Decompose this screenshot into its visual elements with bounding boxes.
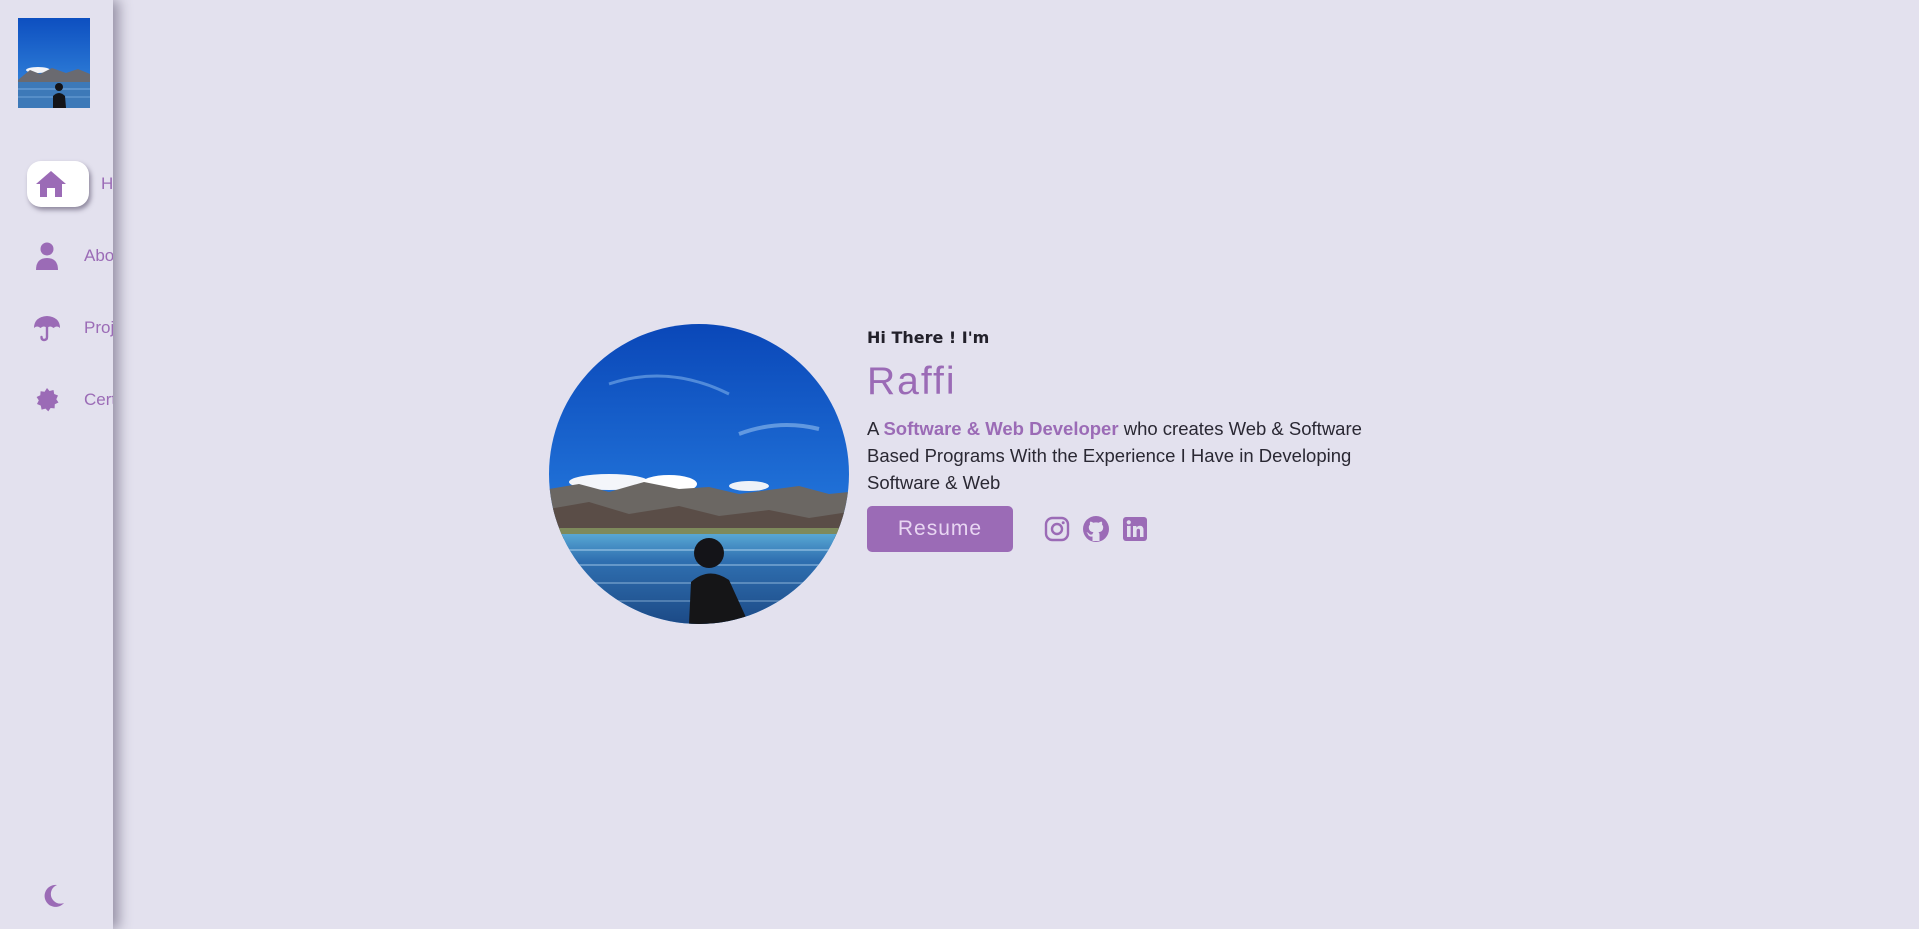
profile-photo bbox=[18, 18, 90, 108]
linkedin-icon bbox=[1123, 517, 1147, 541]
sidebar-item-projects[interactable]: Projects bbox=[0, 305, 113, 351]
hero-text: Hi There ! I'm Raffi A Software & Web De… bbox=[867, 326, 1387, 552]
hero-bio: A Software & Web Developer who creates W… bbox=[867, 415, 1387, 496]
home-icon bbox=[36, 171, 66, 197]
sidebar-avatar[interactable] bbox=[18, 18, 90, 108]
greeting: Hi There ! I'm bbox=[867, 328, 990, 347]
sidebar-item-home[interactable]: Home bbox=[0, 161, 113, 207]
linkedin-link[interactable] bbox=[1121, 515, 1149, 543]
umbrella-icon-wrap bbox=[24, 305, 70, 351]
github-icon bbox=[1083, 516, 1109, 542]
bio-prefix: A bbox=[867, 418, 884, 439]
hero-name: Raffi bbox=[867, 360, 957, 403]
badge-icon-wrap bbox=[24, 377, 70, 423]
sidebar-item-label: Certificates bbox=[84, 390, 113, 409]
instagram-icon bbox=[1044, 516, 1070, 542]
bio-role: Software & Web Developer bbox=[883, 418, 1119, 439]
social-links bbox=[1043, 515, 1149, 543]
resume-button[interactable]: Resume bbox=[867, 506, 1013, 552]
badge-icon bbox=[36, 388, 59, 412]
user-icon bbox=[36, 242, 58, 270]
profile-photo bbox=[549, 324, 849, 624]
sidebar-item-certificates[interactable]: Certificates bbox=[0, 377, 113, 423]
github-link[interactable] bbox=[1082, 515, 1110, 543]
home-icon-wrap bbox=[27, 161, 89, 207]
user-icon-wrap bbox=[24, 233, 70, 279]
umbrella-icon bbox=[34, 316, 60, 342]
sidebar-item-about[interactable]: About bbox=[0, 233, 113, 279]
instagram-link[interactable] bbox=[1043, 515, 1071, 543]
sidebar-item-label: Home bbox=[101, 174, 113, 193]
hero-actions: Resume bbox=[867, 506, 1387, 552]
sidebar-item-label: About bbox=[84, 246, 113, 265]
hero-photo bbox=[549, 324, 849, 624]
sidebar: Home About Projects Certificates bbox=[0, 0, 113, 929]
sidebar-item-label: Projects bbox=[84, 318, 113, 337]
moon-icon bbox=[44, 884, 64, 907]
theme-toggle[interactable] bbox=[40, 882, 68, 910]
